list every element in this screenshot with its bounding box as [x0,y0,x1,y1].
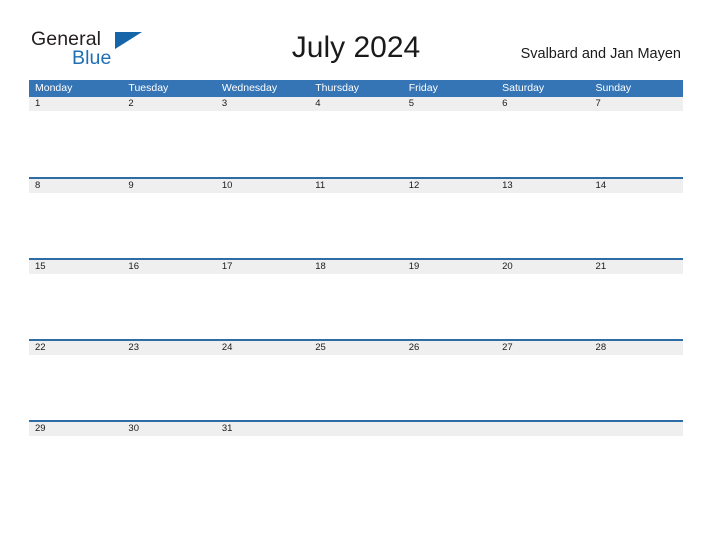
week-date-band: 22 23 24 25 26 27 28 [29,341,683,355]
day-cell-body[interactable] [215,436,310,501]
weekday-header-saturday: Saturday [502,82,545,94]
day-cell-body[interactable] [122,355,216,420]
week-day-bodies [29,111,683,176]
calendar-page: General Blue July 2024 Svalbard and Jan … [0,0,712,550]
day-cell-body[interactable] [496,111,590,176]
day-cell-body[interactable] [29,436,123,501]
week-day-bodies [29,355,683,420]
day-number[interactable]: 26 [403,341,496,355]
day-number[interactable]: 18 [309,260,402,274]
day-cell-body[interactable] [496,274,590,339]
day-cell-body[interactable] [29,193,123,258]
week-date-band: 29 30 31 [29,422,683,436]
day-number[interactable]: 21 [590,260,683,274]
page-header: General Blue July 2024 Svalbard and Jan … [0,0,712,78]
day-cell-body[interactable] [215,355,310,420]
day-cell-body[interactable] [589,193,683,258]
day-number[interactable]: 25 [309,341,402,355]
day-number[interactable]: 11 [309,179,402,193]
day-cell-body[interactable] [122,274,216,339]
day-cell-body [589,436,683,501]
weekday-header-wednesday: Wednesday [221,82,278,94]
day-cell-body [496,436,590,501]
day-number[interactable]: 10 [216,179,309,193]
day-cell-body[interactable] [309,355,403,420]
weekday-header-tuesday: Tuesday [128,82,169,94]
calendar-grid: Monday Tuesday Wednesday Thursday Friday… [29,80,683,501]
day-cell-body[interactable] [402,355,497,420]
region-label: Svalbard and Jan Mayen [520,46,681,62]
day-number [403,422,496,436]
day-cell-body[interactable] [496,193,590,258]
week-date-band: 1 2 3 4 5 6 7 [29,97,683,111]
day-number [309,422,402,436]
day-cell-body[interactable] [122,111,216,176]
week-row: 22 23 24 25 26 27 28 [29,339,683,420]
day-number[interactable]: 2 [122,97,215,111]
day-number[interactable]: 3 [216,97,309,111]
day-cell-body[interactable] [402,193,497,258]
day-number[interactable]: 20 [496,260,589,274]
weekday-header-sunday: Sunday [595,82,632,94]
day-number[interactable]: 24 [216,341,309,355]
weekday-header-monday: Monday [35,82,73,94]
day-cell-body[interactable] [122,436,216,501]
day-number[interactable]: 15 [29,260,122,274]
day-number[interactable]: 5 [403,97,496,111]
day-number[interactable]: 7 [590,97,683,111]
day-cell-body[interactable] [29,355,123,420]
day-cell-body[interactable] [215,274,310,339]
day-number[interactable]: 31 [216,422,309,436]
day-number[interactable]: 17 [216,260,309,274]
weekday-header-thursday: Thursday [315,82,360,94]
weekday-header-row: Monday Tuesday Wednesday Thursday Friday… [29,80,683,97]
week-date-band: 15 16 17 18 19 20 21 [29,260,683,274]
day-number[interactable]: 27 [496,341,589,355]
day-number [496,422,589,436]
day-cell-body[interactable] [309,111,403,176]
week-row: 15 16 17 18 19 20 21 [29,258,683,339]
week-row: 29 30 31 [29,420,683,501]
day-number[interactable]: 23 [122,341,215,355]
day-number[interactable]: 13 [496,179,589,193]
day-number[interactable]: 28 [590,341,683,355]
day-number[interactable]: 8 [29,179,122,193]
week-row: 8 9 10 11 12 13 14 [29,177,683,258]
day-cell-body[interactable] [589,111,683,176]
day-number[interactable]: 4 [309,97,402,111]
day-number[interactable]: 29 [29,422,122,436]
week-day-bodies [29,193,683,258]
day-number[interactable]: 1 [29,97,122,111]
day-number[interactable]: 22 [29,341,122,355]
day-number[interactable]: 6 [496,97,589,111]
day-number[interactable]: 9 [122,179,215,193]
day-cell-body[interactable] [402,274,497,339]
day-cell-body[interactable] [215,193,310,258]
day-cell-body[interactable] [309,193,403,258]
day-cell-body[interactable] [402,111,497,176]
weekday-header-friday: Friday [408,82,438,94]
day-cell-body [309,436,403,501]
day-cell-body[interactable] [122,193,216,258]
day-cell-body[interactable] [29,111,123,176]
week-row: 1 2 3 4 5 6 7 [29,97,683,177]
day-cell-body [402,436,497,501]
day-cell-body[interactable] [496,355,590,420]
day-number[interactable]: 30 [122,422,215,436]
day-number[interactable]: 12 [403,179,496,193]
week-day-bodies [29,436,683,501]
day-number[interactable]: 14 [590,179,683,193]
day-number [590,422,683,436]
day-cell-body[interactable] [589,355,683,420]
week-day-bodies [29,274,683,339]
day-cell-body[interactable] [309,274,403,339]
day-cell-body[interactable] [29,274,123,339]
day-cell-body[interactable] [589,274,683,339]
day-cell-body[interactable] [215,111,310,176]
day-number[interactable]: 19 [403,260,496,274]
week-date-band: 8 9 10 11 12 13 14 [29,179,683,193]
day-number[interactable]: 16 [122,260,215,274]
